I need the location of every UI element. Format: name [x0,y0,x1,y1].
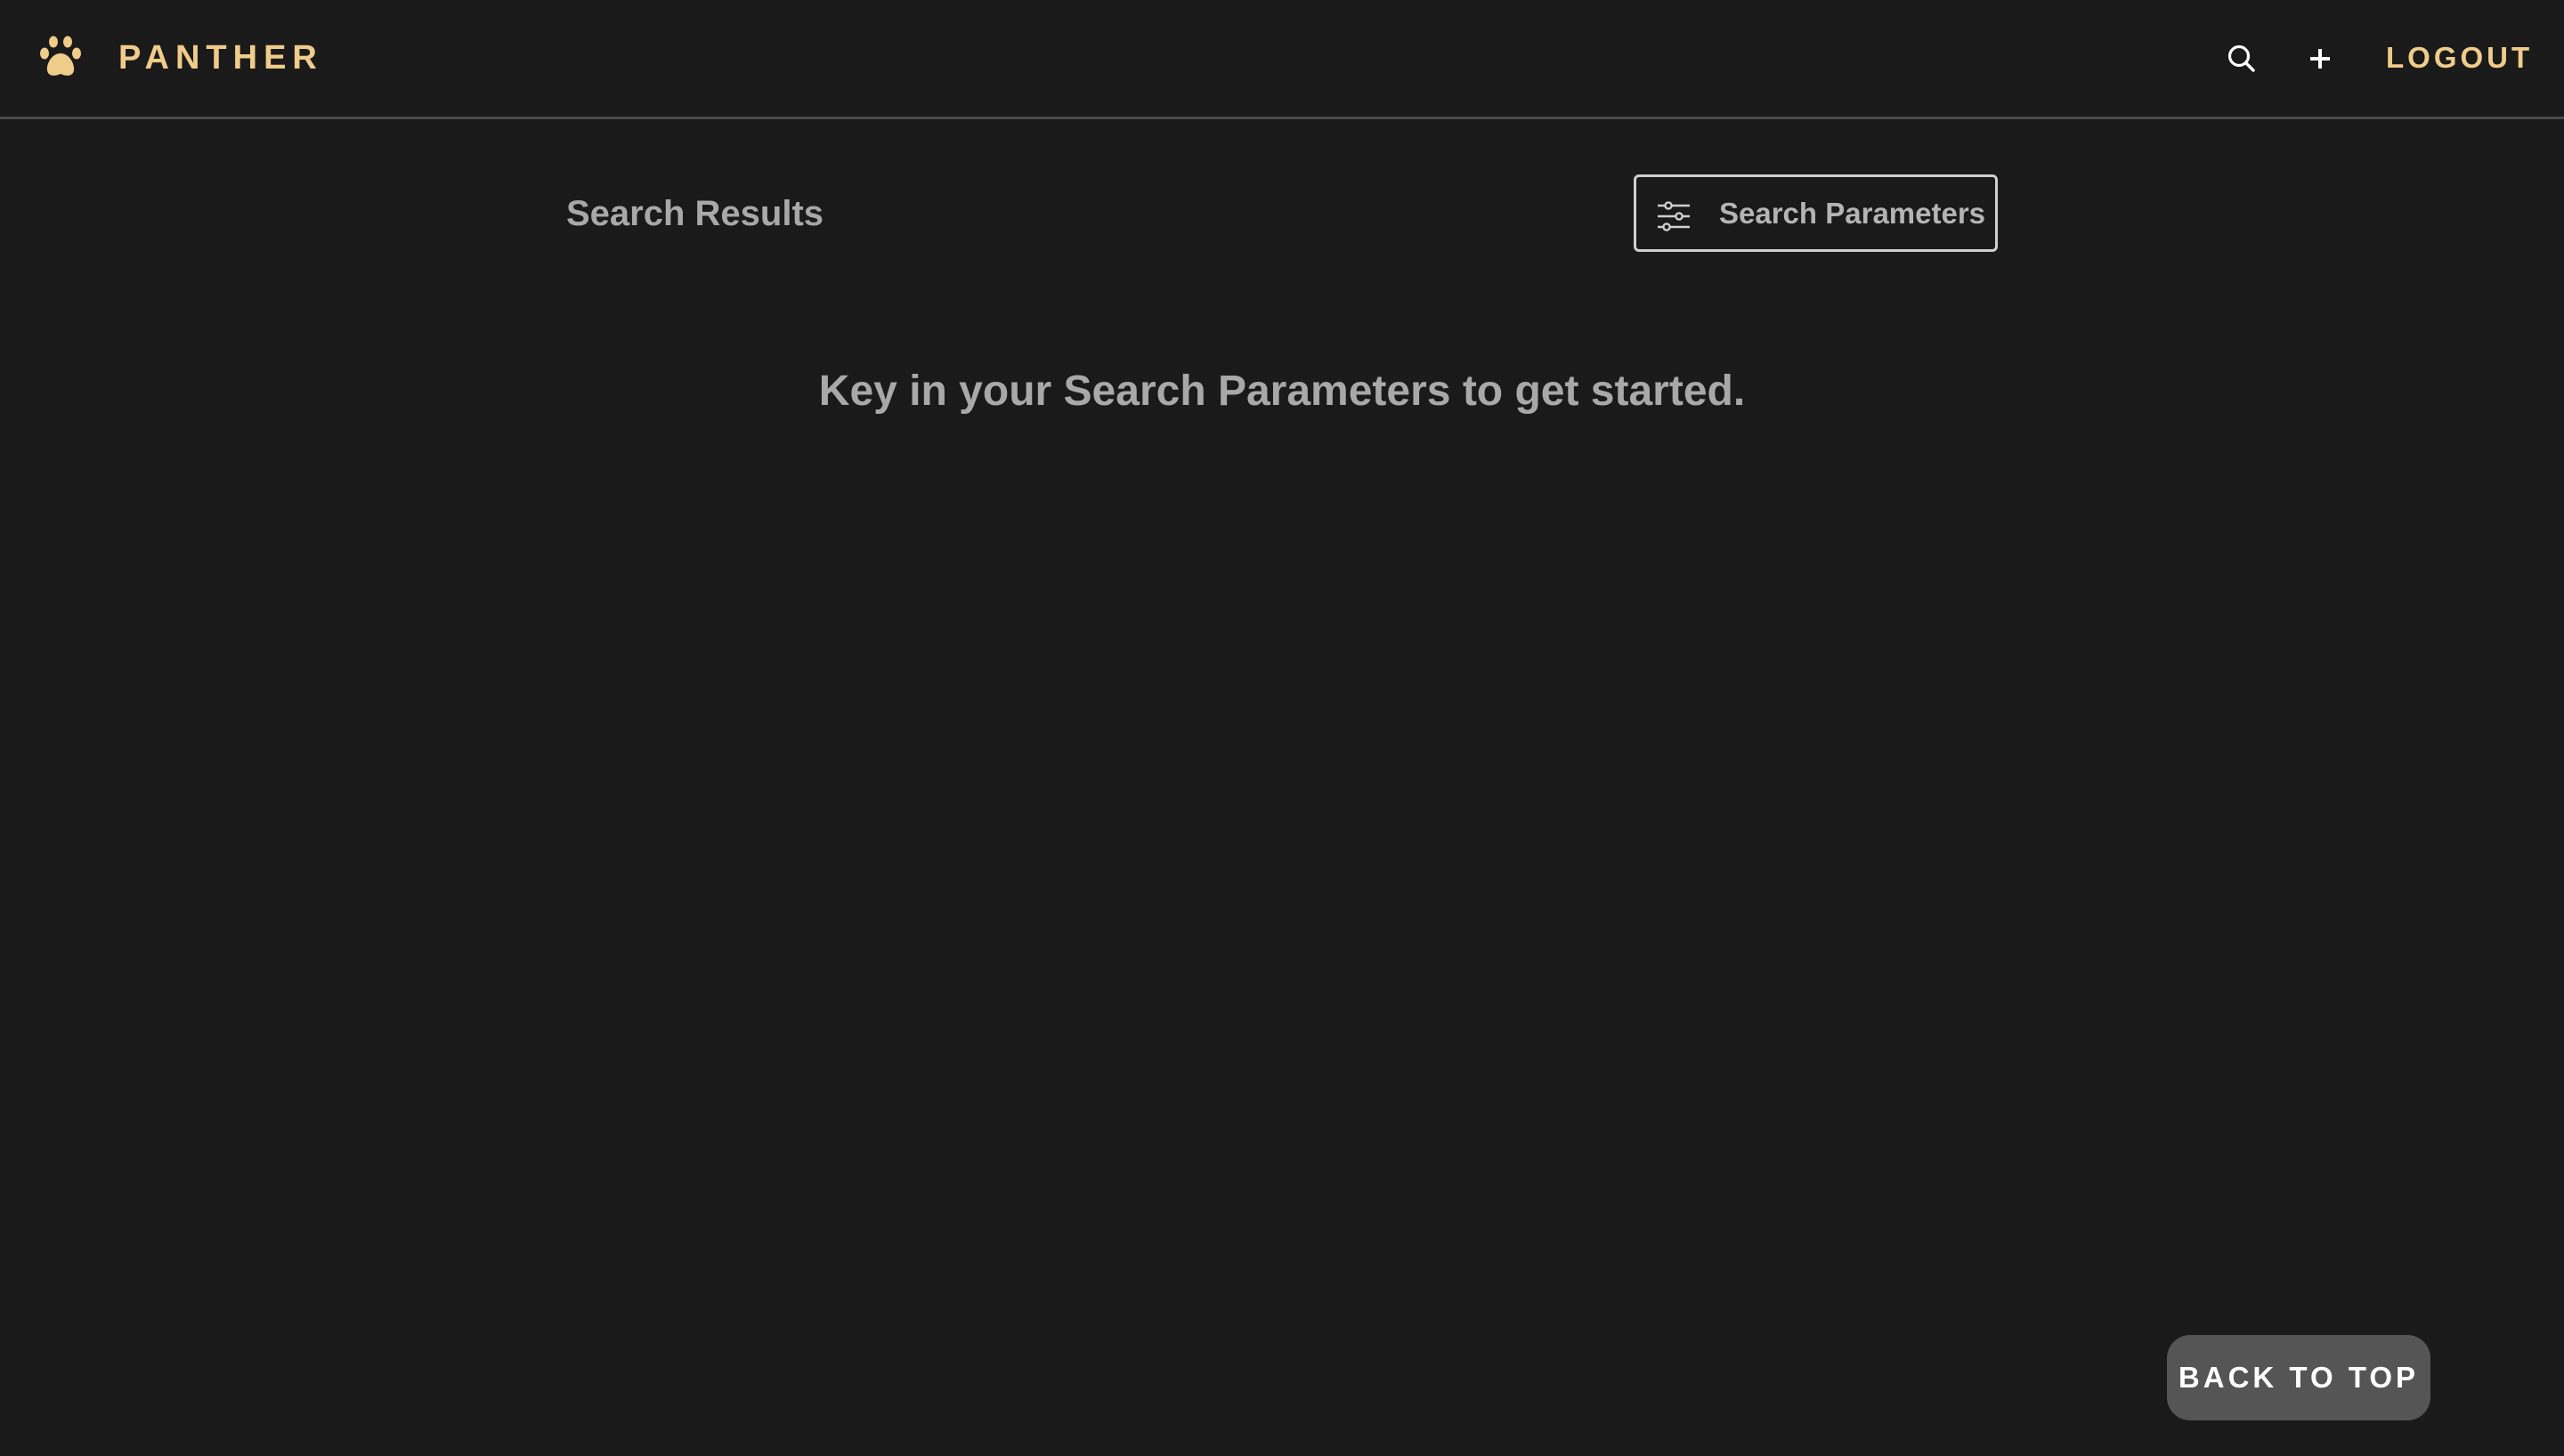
sliders-icon [1658,201,1690,231]
brand-name[interactable]: PANTHER [118,37,323,78]
logout-button[interactable]: LOGOUT [2386,39,2533,77]
search-icon[interactable] [2226,43,2258,75]
top-navbar: PANTHER LOGOUT [0,0,2564,119]
page-title: Search Results [566,194,824,233]
search-parameters-label: Search Parameters [1719,197,1986,230]
empty-state-message: Key in your Search Parameters to get sta… [818,368,1746,415]
plus-icon[interactable] [2304,43,2336,75]
paw-icon[interactable] [36,32,85,82]
back-to-top-button[interactable]: BACK TO TOP [2167,1335,2430,1420]
search-parameters-button[interactable]: Search Parameters [1634,174,1998,252]
